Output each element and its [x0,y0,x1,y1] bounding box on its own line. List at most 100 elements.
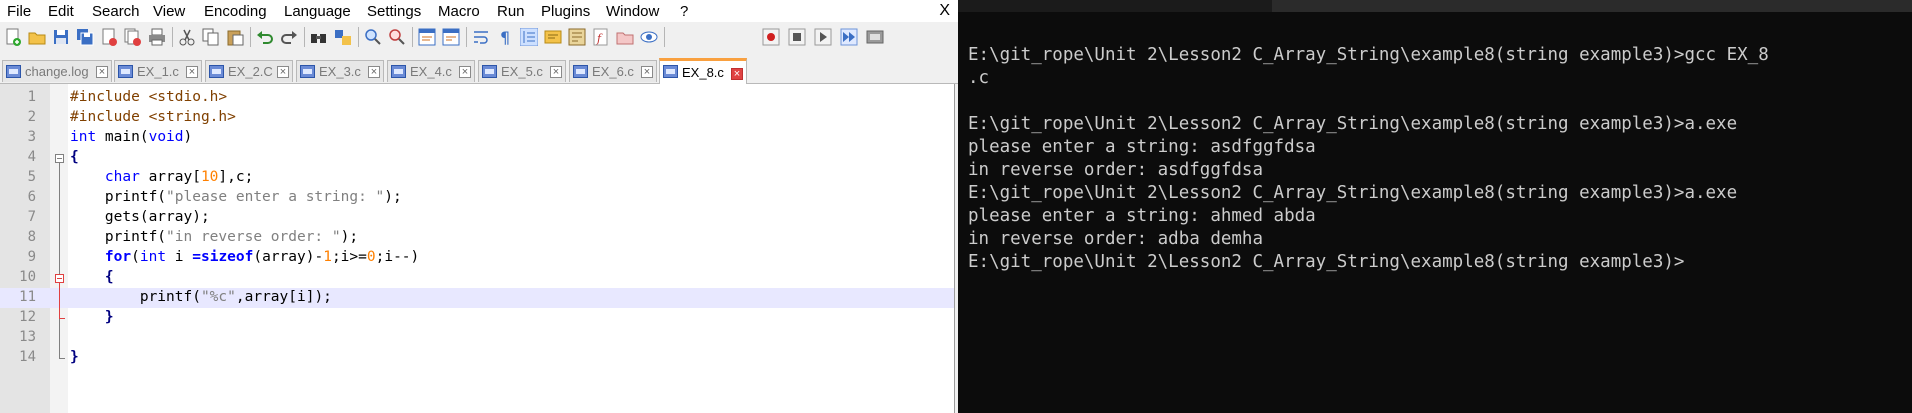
paste-icon[interactable] [226,28,244,46]
menu-encoding[interactable]: Encoding [204,3,267,20]
save-icon[interactable] [52,28,70,46]
menu-plugins[interactable]: Plugins [541,3,590,20]
menu-file[interactable]: File [7,3,31,20]
function-list-icon[interactable]: f [592,28,610,46]
line-number: 2 [27,109,36,125]
line-number: 5 [27,169,36,185]
console-title-strip [958,0,1912,12]
fold-end-marker [59,358,65,359]
code-line[interactable]: 3 int main(void) [0,128,954,148]
udl-icon[interactable] [544,28,562,46]
find-icon[interactable] [310,28,328,46]
code-line[interactable]: 12 } [0,308,954,328]
fold-line [59,283,60,318]
all-chars-icon[interactable]: ¶ [496,28,514,46]
tab-close-icon[interactable]: × [550,66,562,78]
line-number: 3 [27,129,36,145]
save-macro-icon[interactable] [866,28,884,46]
menu-bar: File Edit Search View Encoding Language … [0,0,958,22]
file-icon [573,65,588,78]
tab-label: EX_8.c [682,65,724,80]
tab-close-icon[interactable]: × [731,68,743,80]
code-line[interactable]: 10 { [0,268,954,288]
indent-guide-icon[interactable] [520,28,538,46]
tab-close-icon[interactable]: × [186,66,198,78]
new-icon[interactable] [4,28,22,46]
code-text: { [70,149,79,165]
sync-v-icon[interactable] [418,28,436,46]
tab-ex-2[interactable]: EX_2.C × [205,60,293,82]
play-icon[interactable] [814,28,832,46]
menu-view[interactable]: View [153,3,185,20]
line-number: 1 [27,89,36,105]
close-icon[interactable] [100,28,118,46]
doc-map-icon[interactable] [568,28,586,46]
menu-language[interactable]: Language [284,3,351,20]
menu-settings[interactable]: Settings [367,3,421,20]
zoom-in-icon[interactable] [364,28,382,46]
code-line[interactable]: 2 #include <string.h> [0,108,954,128]
record-icon[interactable] [762,28,780,46]
copy-icon[interactable] [202,28,220,46]
code-line[interactable]: 6 printf("please enter a string: "); [0,188,954,208]
toolbar-separator [172,27,173,47]
tab-close-icon[interactable]: × [641,66,653,78]
line-number: 9 [27,249,36,265]
line-number: 10 [19,269,36,285]
sync-h-icon[interactable] [442,28,460,46]
fold-minus-icon[interactable] [55,154,64,163]
console-line: E:\git_rope\Unit 2\Lesson2 C_Array_Strin… [968,183,1738,203]
fold-end-marker [59,318,65,319]
code-line-current[interactable]: 11 printf("%c",array[i]); [0,288,954,308]
tab-close-icon[interactable]: × [368,66,380,78]
open-icon[interactable] [28,28,46,46]
command-prompt-window[interactable]: E:\git_rope\Unit 2\Lesson2 C_Array_Strin… [958,0,1912,413]
redo-icon[interactable] [280,28,298,46]
close-document-button[interactable]: X [939,2,950,20]
tab-close-icon[interactable]: × [96,66,108,78]
menu-run[interactable]: Run [497,3,525,20]
tab-ex-8-active[interactable]: EX_8.c × [659,58,747,84]
tab-label: change.log [25,64,89,79]
menu-window[interactable]: Window [606,3,659,20]
code-line[interactable]: 14 } [0,348,954,368]
code-text: #include <stdio.h> [70,89,228,105]
stop-icon[interactable] [788,28,806,46]
monitor-icon[interactable] [640,28,658,46]
menu-help[interactable]: ? [680,3,688,20]
replace-icon[interactable] [334,28,352,46]
undo-icon[interactable] [256,28,274,46]
menu-macro[interactable]: Macro [438,3,480,20]
code-editor[interactable]: 1 #include <stdio.h> 2 #include <string.… [0,84,955,413]
cut-icon[interactable] [178,28,196,46]
code-text: #include <string.h> [70,109,236,125]
menu-search[interactable]: Search [92,3,140,20]
tab-ex-6[interactable]: EX_6.c × [569,60,657,82]
tab-close-icon[interactable]: × [277,66,289,78]
print-icon[interactable] [148,28,166,46]
file-icon [300,65,315,78]
code-line[interactable]: 5 char array[10],c; [0,168,954,188]
tab-ex-1[interactable]: EX_1.c × [114,60,202,82]
code-line[interactable]: 4 { [0,148,954,168]
save-all-icon[interactable] [76,28,94,46]
close-all-icon[interactable] [124,28,142,46]
code-line[interactable]: 13 [0,328,954,348]
wrap-icon[interactable] [472,28,490,46]
tab-ex-5[interactable]: EX_5.c × [478,60,566,82]
tab-close-icon[interactable]: × [459,66,471,78]
play-multiple-icon[interactable] [840,28,858,46]
code-line[interactable]: 9 for(int i =sizeof(array)-1;i>=0;i--) [0,248,954,268]
code-line[interactable]: 1 #include <stdio.h> [0,88,954,108]
tab-ex-3[interactable]: EX_3.c × [296,60,384,82]
code-line[interactable]: 8 printf("in reverse order: "); [0,228,954,248]
code-text: } [70,309,114,325]
zoom-out-icon[interactable] [388,28,406,46]
menu-edit[interactable]: Edit [48,3,74,20]
code-line[interactable]: 7 gets(array); [0,208,954,228]
tab-change-log[interactable]: change.log × [2,60,112,82]
tab-label: EX_5.c [501,64,543,79]
fold-minus-icon[interactable] [55,274,64,283]
folder-workspace-icon[interactable] [616,28,634,46]
tab-ex-4[interactable]: EX_4.c × [387,60,475,82]
